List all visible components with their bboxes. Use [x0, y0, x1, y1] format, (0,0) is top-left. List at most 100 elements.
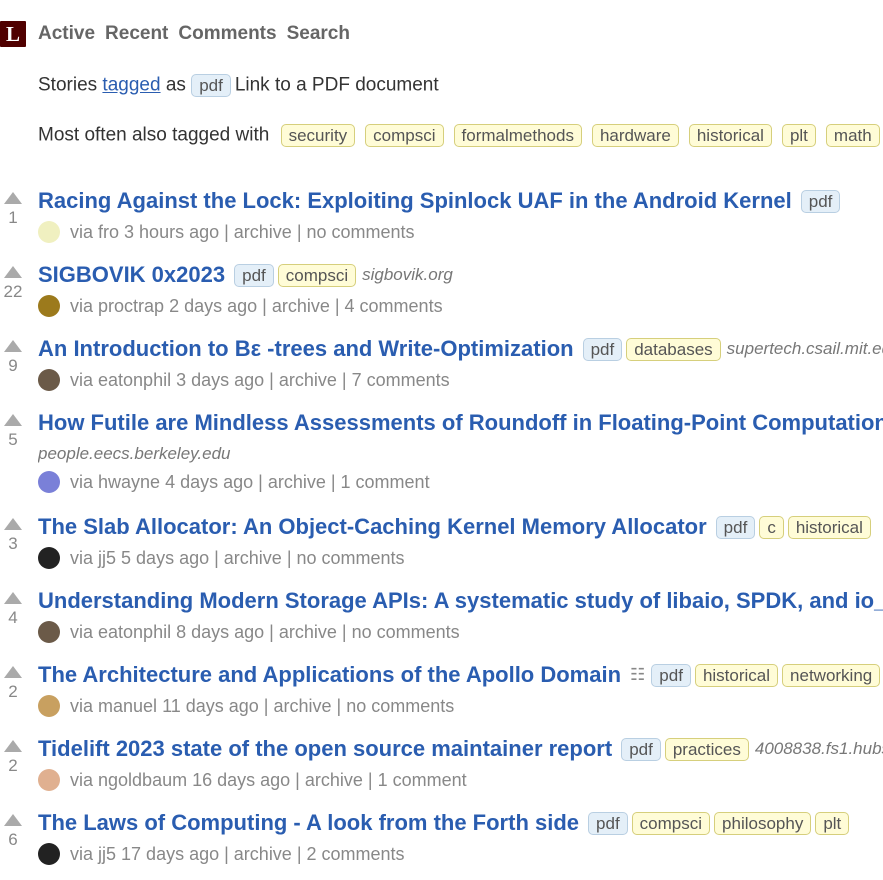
story-title[interactable]: Tidelift 2023 state of the open source m… — [38, 736, 612, 762]
user-avatar[interactable] — [38, 843, 60, 865]
story-user[interactable]: proctrap — [98, 296, 164, 317]
upvote-arrow-icon[interactable] — [4, 518, 22, 530]
story-tag[interactable]: historical — [694, 663, 779, 687]
story-tag[interactable]: pdf — [234, 263, 274, 287]
upvote-arrow-icon[interactable] — [4, 592, 22, 604]
story-tag[interactable]: practices — [664, 737, 749, 761]
story-domain[interactable]: supertech.csail.mit.edu — [727, 339, 883, 359]
upvote-arrow-icon[interactable] — [4, 414, 22, 426]
nav-search[interactable]: Search — [287, 23, 350, 45]
story-details: Tidelift 2023 state of the open source m… — [38, 732, 883, 794]
story-user[interactable]: eatonphil — [98, 370, 171, 391]
story-tag[interactable]: pdf — [800, 189, 841, 213]
user-avatar[interactable] — [38, 221, 60, 243]
story-title-line: The Architecture and Applications of the… — [38, 658, 883, 692]
archive-link[interactable]: archive — [273, 696, 331, 717]
archive-link[interactable]: archive — [279, 622, 337, 643]
vote-box: 9 — [2, 340, 24, 376]
story-domain[interactable]: sigbovik.org — [362, 265, 453, 285]
story-tag[interactable]: networking — [782, 663, 881, 687]
archive-link[interactable]: archive — [234, 222, 292, 243]
text-post-icon: ☷ — [630, 665, 646, 684]
nav-active[interactable]: Active — [38, 23, 95, 45]
comments-link[interactable]: 4 comments — [345, 296, 443, 317]
user-avatar[interactable] — [38, 295, 60, 317]
story-title[interactable]: Understanding Modern Storage APIs: A sys… — [38, 588, 883, 614]
story-user[interactable]: fro — [98, 222, 119, 243]
site-logo[interactable]: L — [0, 21, 26, 47]
story-tag[interactable]: pdf — [651, 663, 691, 687]
user-avatar[interactable] — [38, 769, 60, 791]
comments-link[interactable]: no comments — [307, 222, 415, 243]
story-title[interactable]: Racing Against the Lock: Exploiting Spin… — [38, 188, 792, 214]
story-details: The Architecture and Applications of the… — [38, 658, 883, 720]
story-title[interactable]: The Laws of Computing - A look from the … — [38, 810, 579, 836]
story-user[interactable]: eatonphil — [98, 622, 171, 643]
archive-link[interactable]: archive — [272, 296, 330, 317]
story-tag[interactable]: compsci — [631, 811, 711, 835]
story-domain[interactable]: people.eecs.berkeley.edu — [38, 440, 883, 468]
story-score: 6 — [8, 830, 18, 849]
story-title[interactable]: The Slab Allocator: An Object-Caching Ke… — [38, 514, 707, 540]
related-tag[interactable]: compsci — [365, 124, 444, 147]
archive-link[interactable]: archive — [305, 770, 363, 791]
user-avatar[interactable] — [38, 695, 60, 717]
comments-link[interactable]: 1 comment — [378, 770, 467, 791]
upvote-arrow-icon[interactable] — [4, 340, 22, 352]
story-tag[interactable]: databases — [626, 337, 721, 361]
related-tag[interactable]: hardware — [591, 124, 679, 147]
upvote-arrow-icon[interactable] — [4, 666, 22, 678]
story-time: 3 days ago | — [171, 369, 279, 390]
related-tag[interactable]: formalmethods — [453, 124, 582, 147]
nav-comments[interactable]: Comments — [178, 23, 276, 45]
upvote-arrow-icon[interactable] — [4, 814, 22, 826]
story-title[interactable]: The Architecture and Applications of the… — [38, 662, 621, 688]
upvote-arrow-icon[interactable] — [4, 266, 22, 278]
user-avatar[interactable] — [38, 369, 60, 391]
story-user[interactable]: jj5 — [98, 844, 116, 865]
archive-link[interactable]: archive — [279, 370, 337, 391]
story-tag[interactable]: historical — [787, 515, 871, 539]
related-tag[interactable]: plt — [781, 124, 816, 147]
story-title[interactable]: An Introduction to Bε -trees and Write-O… — [38, 336, 574, 362]
related-tag[interactable]: historical — [688, 124, 772, 147]
site-header: L Active Recent Comments Search — [0, 20, 350, 48]
related-tag[interactable]: math — [825, 124, 880, 147]
tagged-link[interactable]: tagged — [102, 75, 160, 96]
user-avatar[interactable] — [38, 547, 60, 569]
tag-pdf[interactable]: pdf — [191, 74, 231, 97]
byline-via: via — [70, 295, 99, 316]
comments-link[interactable]: no comments — [352, 622, 460, 643]
upvote-arrow-icon[interactable] — [4, 740, 22, 752]
user-avatar[interactable] — [38, 621, 60, 643]
upvote-arrow-icon[interactable] — [4, 192, 22, 204]
nav-recent[interactable]: Recent — [105, 23, 168, 45]
story-tag[interactable]: pdf — [621, 737, 661, 761]
user-avatar[interactable] — [38, 471, 60, 493]
story-tag[interactable]: c — [759, 515, 784, 539]
comments-link[interactable]: 7 comments — [352, 370, 450, 391]
story-tag[interactable]: pdf — [715, 515, 756, 539]
story-domain[interactable]: 4008838.fs1.hubspotusercontent-na1.net — [755, 739, 883, 759]
comments-link[interactable]: no comments — [297, 548, 405, 569]
story-title[interactable]: How Futile are Mindless Assessments of R… — [38, 410, 883, 436]
story-tag[interactable]: philosophy — [714, 811, 812, 835]
story-user[interactable]: ngoldbaum — [98, 770, 187, 791]
story-tag[interactable]: pdf — [582, 337, 623, 361]
story-user[interactable]: manuel — [98, 696, 157, 717]
archive-link[interactable]: archive — [234, 844, 292, 865]
story-time: 8 days ago | — [171, 621, 279, 642]
comments-link[interactable]: no comments — [346, 696, 454, 717]
story-tag[interactable]: plt — [815, 811, 850, 835]
story-tag[interactable]: pdf — [588, 811, 628, 835]
story-tag[interactable]: compsci — [277, 263, 357, 287]
comments-link[interactable]: 1 comment — [341, 472, 430, 493]
story-user[interactable]: hwayne — [98, 472, 160, 493]
story-user[interactable]: jj5 — [98, 548, 116, 569]
archive-link[interactable]: archive — [224, 548, 282, 569]
story-details: The Laws of Computing - A look from the … — [38, 806, 883, 868]
story-title[interactable]: SIGBOVIK 0x2023 — [38, 262, 225, 288]
related-tag[interactable]: security — [280, 124, 356, 147]
archive-link[interactable]: archive — [268, 472, 326, 493]
comments-link[interactable]: 2 comments — [307, 844, 405, 865]
